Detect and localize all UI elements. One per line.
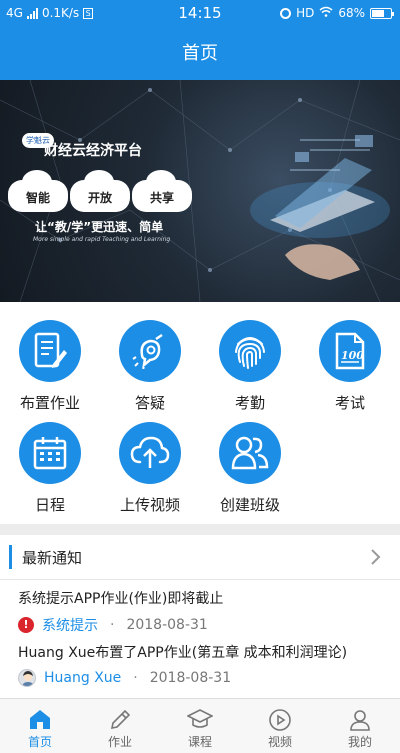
feature-label: 创建班级 (219, 496, 280, 514)
tab-homework[interactable]: 作业 (80, 699, 160, 753)
banner-subtitle: More simple and rapid Teaching and Learn… (33, 236, 171, 243)
notice-item[interactable]: 系统提示APP作业(作业)即将截止 ! 系统提示 · 2018-08-31 (0, 588, 400, 644)
tab-label: 视频 (267, 735, 292, 749)
separator-dot: · (110, 617, 115, 633)
qa-icon (119, 320, 181, 382)
notice-source: Huang Xue (44, 670, 122, 686)
svg-text:100: 100 (341, 349, 364, 362)
battery-percent: 68% (338, 6, 365, 20)
status-bar: 4G 0.1K/s S 14:15 HD 68% (0, 0, 400, 27)
notice-title: Huang Xue布置了APP作业(第五章 成本和利润理论) (18, 645, 348, 661)
notice-date: 2018-08-31 (149, 670, 232, 686)
home-icon (30, 710, 50, 729)
alert-icon: ! (18, 617, 34, 633)
graduation-cap-icon (187, 709, 213, 728)
notices-header[interactable]: 最新通知 (0, 535, 400, 580)
notice-date: 2018-08-31 (126, 617, 208, 633)
feature-label: 布置作业 (19, 394, 80, 412)
hd-label: HD (296, 6, 315, 20)
feature-exam[interactable]: 100 考试 (300, 320, 400, 420)
notice-item[interactable]: Huang Xue布置了APP作业(第五章 成本和利润理论) Huang Xue… (0, 642, 400, 698)
feature-label: 上传视频 (119, 496, 180, 514)
feature-label: 考试 (334, 394, 365, 412)
banner-cloud-1: 智能 (8, 170, 68, 212)
separator-dot: · (133, 670, 138, 686)
banner-cloud-2: 开放 (70, 170, 130, 212)
tab-label: 我的 (347, 735, 372, 749)
banner-slogan: 让“教/学”更迅速、简单 (35, 220, 164, 234)
banner-cloud-3: 共享 (132, 170, 192, 212)
feature-attendance[interactable]: 考勤 (200, 320, 300, 420)
feature-label: 日程 (34, 496, 65, 514)
avatar (18, 669, 36, 687)
battery-icon (370, 7, 394, 19)
tab-home[interactable]: 首页 (0, 699, 80, 753)
create-class-icon (219, 422, 281, 484)
alarm-icon (280, 7, 292, 19)
calendar-icon (19, 422, 81, 484)
wifi-icon (319, 6, 333, 20)
fingerprint-icon (219, 320, 281, 382)
notice-title: 系统提示APP作业(作业)即将截止 (18, 591, 224, 607)
feature-qa[interactable]: 答疑 (100, 320, 200, 420)
play-circle-icon (269, 709, 291, 731)
tab-label: 课程 (187, 735, 212, 749)
pencil-icon (110, 709, 131, 730)
chevron-right-icon[interactable] (368, 547, 384, 567)
exam-icon: 100 (319, 320, 381, 382)
notice-meta: Huang Xue · 2018-08-31 (18, 669, 231, 687)
section-accent-bar (9, 545, 12, 569)
tab-videos[interactable]: 视频 (240, 699, 320, 753)
section-divider (0, 524, 400, 535)
tab-courses[interactable]: 课程 (160, 699, 240, 753)
cloud-upload-icon (119, 422, 181, 484)
tab-label: 作业 (107, 735, 132, 749)
feature-create-class[interactable]: 创建班级 (200, 422, 300, 522)
bottom-tab-bar: 首页 作业 课程 视频 我的 (0, 698, 400, 753)
tab-profile[interactable]: 我的 (320, 699, 400, 753)
assignment-icon (19, 320, 81, 382)
feature-assignment[interactable]: 布置作业 (0, 320, 100, 420)
status-right: HD 68% (280, 6, 394, 20)
banner[interactable]: 学魁云 财经云经济平台 智能 开放 共享 让“教/学”更迅速、简单 More s… (0, 80, 400, 302)
notice-meta: ! 系统提示 · 2018-08-31 (18, 615, 208, 635)
feature-label: 考勤 (234, 394, 265, 412)
page-title: 首页 (0, 27, 400, 80)
notices-title: 最新通知 (22, 549, 83, 567)
user-icon (350, 710, 370, 731)
feature-label: 答疑 (134, 394, 165, 412)
feature-schedule[interactable]: 日程 (0, 422, 100, 522)
notice-source: 系统提示 (42, 618, 98, 634)
feature-upload-video[interactable]: 上传视频 (100, 422, 200, 522)
tab-label: 首页 (27, 735, 52, 749)
banner-title: 财经云经济平台 (44, 143, 142, 159)
